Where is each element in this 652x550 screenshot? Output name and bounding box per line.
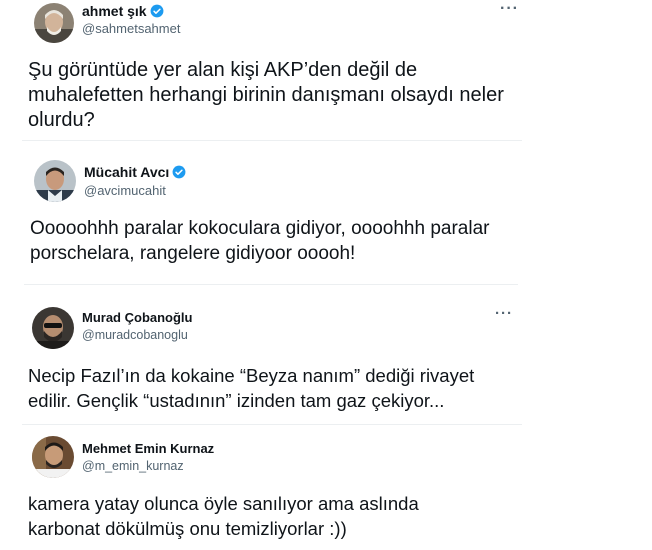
divider [22, 140, 522, 141]
display-name[interactable]: Murad Çobanoğlu [82, 310, 193, 325]
more-options-icon[interactable]: ··· [500, 0, 519, 18]
avatar-photo-icon [32, 436, 74, 478]
divider [22, 424, 522, 425]
tweet-text-line: Şu görüntüde yer alan kişi AKP’den değil… [28, 59, 418, 81]
user-handle[interactable]: @m_emin_kurnaz [82, 459, 184, 473]
avatar-photo-icon [32, 307, 74, 349]
tweet-card-2[interactable]: Mücahit Avcı @avcimucahit Ooooohhh paral… [24, 150, 518, 272]
user-handle[interactable]: @avcimucahit [84, 183, 166, 198]
avatar-photo-icon [34, 160, 76, 202]
tweet-card-4[interactable]: Mehmet Emin Kurnaz @m_emin_kurnaz kamera… [22, 428, 522, 550]
avatar-ahmet[interactable] [34, 3, 74, 43]
display-name[interactable]: ahmet şık [82, 3, 147, 19]
verified-badge-icon [150, 4, 164, 18]
more-options-icon[interactable]: ··· [495, 305, 513, 322]
avatar-photo-icon [34, 3, 74, 43]
tweet-text-line: karbonat dökülmüş onu temizliyorlar :)) [28, 518, 347, 539]
tweet-text-line: kamera yatay olunca öyle sanılıyor ama a… [28, 493, 419, 514]
divider [24, 284, 518, 285]
avatar-mehmet[interactable] [32, 436, 74, 478]
tweet-text-line: Necip Fazıl’ın da kokaine “Beyza nanım” … [28, 365, 475, 386]
tweet-card-3[interactable]: Murad Çobanoğlu @muradcobanoglu ··· Neci… [22, 295, 522, 415]
avatar-mucahit[interactable] [34, 160, 76, 202]
display-name[interactable]: Mücahit Avcı [84, 164, 169, 180]
user-handle[interactable]: @muradcobanoglu [82, 328, 188, 342]
verified-badge-icon [172, 165, 186, 179]
tweet-text-line: muhalefetten herhangi birinin danışmanı … [28, 84, 504, 106]
user-handle[interactable]: @sahmetsahmet [82, 21, 180, 36]
avatar-murad[interactable] [32, 307, 74, 349]
display-name[interactable]: Mehmet Emin Kurnaz [82, 441, 214, 456]
tweet-text-line: Ooooohhh paralar kokoculara gidiyor, ooo… [30, 218, 490, 239]
tweet-text-line: olurdu? [28, 109, 95, 131]
tweet-text-line: porschelara, rangelere gidiyoor ooooh! [30, 243, 356, 264]
tweet-text-line: edilir. Gençlik “ustadının” izinden tam … [28, 390, 445, 411]
tweet-card-1[interactable]: ahmet şık @sahmetsahmet ··· Şu görüntüde… [22, 0, 522, 132]
